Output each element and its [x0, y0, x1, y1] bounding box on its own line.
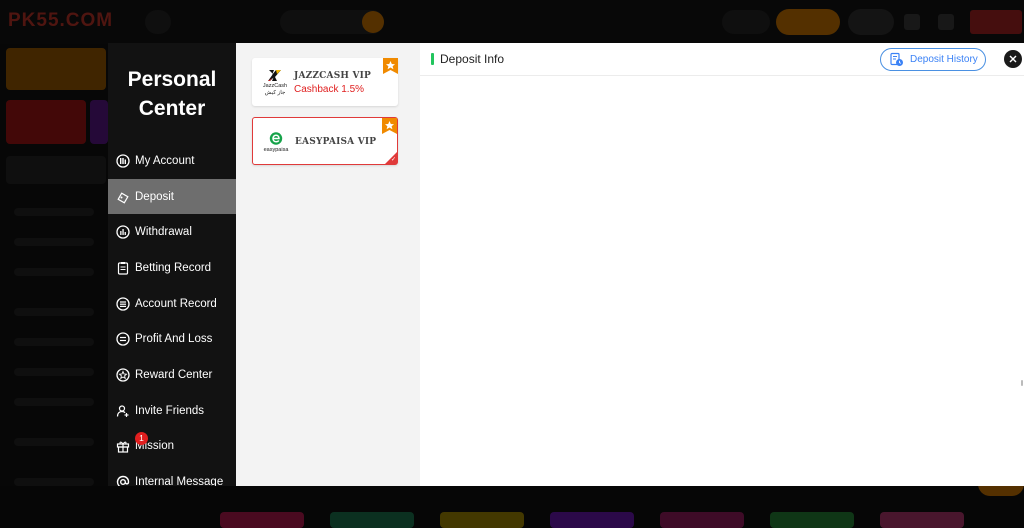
clipboard-icon: [116, 261, 130, 275]
personal-center-sidebar: Personal Center My Account Deposit Withd…: [108, 43, 236, 486]
checkmark-icon: ✓: [390, 157, 396, 163]
payment-method-easypaisa[interactable]: easypaisa EASYPAISA VIP ✓: [252, 117, 398, 165]
jazzcash-logo: JazzCash جاز کیش: [260, 68, 290, 96]
menu-item-label: Internal Message: [135, 475, 224, 487]
background-sidebar-row: [14, 398, 94, 406]
background-game-tile: [330, 512, 414, 528]
easypaisa-logo: easypaisa: [261, 128, 291, 156]
menu-item-label: My Account: [135, 154, 195, 167]
chart-icon: [116, 331, 130, 346]
menu-item-internal-message[interactable]: Internal Message: [108, 464, 236, 486]
reward-icon: [116, 367, 130, 382]
background-sidebar-row: [14, 438, 94, 446]
history-icon: [890, 52, 903, 66]
withdrawal-icon: [116, 224, 130, 239]
background-message-icon: [904, 14, 920, 30]
jazzcash-logo-caption: JazzCash: [262, 82, 288, 89]
background-game-tile: [550, 512, 634, 528]
gift-icon: 1: [116, 431, 148, 453]
menu-item-label: Withdrawal: [135, 225, 192, 238]
background-logo: PK55.COM: [8, 10, 114, 31]
background-sidebar-row: [14, 338, 94, 346]
deposit-info-header: Deposit Info Deposit History: [420, 43, 1024, 76]
background-sidebar-row: [14, 208, 94, 216]
title-line-2: Center: [138, 97, 206, 120]
close-modal-button[interactable]: [1004, 50, 1022, 68]
menu-item-label: Account Record: [135, 297, 217, 310]
jazzcash-logo-caption-urdu: جاز کیش: [264, 89, 286, 96]
mission-badge: 1: [135, 431, 148, 445]
title-line-1: Personal: [127, 68, 217, 91]
deposit-info-panel: Deposit Info Deposit History: [420, 43, 1024, 486]
background-game-tile: [440, 512, 524, 528]
background-avatar: [848, 9, 894, 35]
list-icon: [116, 296, 130, 311]
background-sidebar-row: [14, 268, 94, 276]
menu-item-label: Profit And Loss: [135, 332, 213, 345]
background-sidebar-row: [14, 238, 94, 246]
menu-item-profit-and-loss[interactable]: Profit And Loss: [108, 321, 236, 356]
background-game-tile: [660, 512, 744, 528]
deposit-history-button[interactable]: Deposit History: [880, 48, 986, 71]
personal-center-modal: Personal Center My Account Deposit Withd…: [108, 43, 1024, 486]
background-banner: [6, 100, 86, 144]
menu-item-my-account[interactable]: My Account: [108, 143, 236, 178]
payment-method-name: JAZZCASH VIP: [294, 71, 372, 81]
vip-star-icon: [382, 118, 397, 134]
cashback-label: Cashback 1.5%: [294, 84, 365, 95]
menu-item-invite-friends[interactable]: Invite Friends: [108, 393, 236, 428]
background-language-flag-icon: [362, 11, 384, 33]
deposit-icon: [116, 190, 130, 204]
background-logout-button: [970, 10, 1022, 34]
deposit-history-label: Deposit History: [910, 54, 978, 65]
background-banner: [90, 100, 108, 144]
background-sidebar-row: [14, 368, 94, 376]
menu-item-mission[interactable]: 1 Mission: [108, 428, 236, 463]
account-icon: [116, 153, 130, 168]
deposit-info-title: Deposit Info: [440, 52, 505, 66]
background-search-icon: [145, 10, 171, 34]
payment-method-jazzcash[interactable]: JazzCash جاز کیش JAZZCASH VIP Cashback 1…: [252, 58, 398, 106]
scrollbar-handle[interactable]: [1021, 380, 1023, 386]
background-home-item: [6, 156, 106, 184]
background-banner: [6, 48, 106, 90]
background-support-icon: [938, 14, 954, 30]
close-icon: [1009, 55, 1017, 63]
menu-item-account-record[interactable]: Account Record: [108, 286, 236, 321]
easypaisa-logo-caption: easypaisa: [263, 147, 289, 153]
at-icon: [116, 475, 130, 486]
invite-icon: [116, 404, 130, 418]
background-game-tile: [220, 512, 304, 528]
payment-method-list: JazzCash جاز کیش JAZZCASH VIP Cashback 1…: [236, 43, 420, 486]
menu-item-label: Reward Center: [135, 368, 213, 381]
background-sidebar-row: [14, 478, 94, 486]
background-game-tile: [770, 512, 854, 528]
vip-star-icon: [383, 58, 398, 74]
menu-item-label: Invite Friends: [135, 404, 205, 417]
personal-center-title: Personal Center: [108, 65, 236, 123]
menu-item-reward-center[interactable]: Reward Center: [108, 357, 236, 392]
background-balance: [722, 10, 770, 34]
section-accent-bar: [431, 53, 434, 65]
menu-item-betting-record[interactable]: Betting Record: [108, 250, 236, 285]
menu-item-deposit[interactable]: Deposit: [108, 179, 236, 214]
menu-item-label: Deposit: [135, 190, 174, 203]
background-game-tile: [880, 512, 964, 528]
background-deposit-button: [776, 9, 840, 35]
menu-item-label: Betting Record: [135, 261, 212, 274]
background-sidebar-row: [14, 308, 94, 316]
payment-method-name: EASYPAISA VIP: [295, 137, 377, 147]
menu-item-withdrawal[interactable]: Withdrawal: [108, 214, 236, 249]
